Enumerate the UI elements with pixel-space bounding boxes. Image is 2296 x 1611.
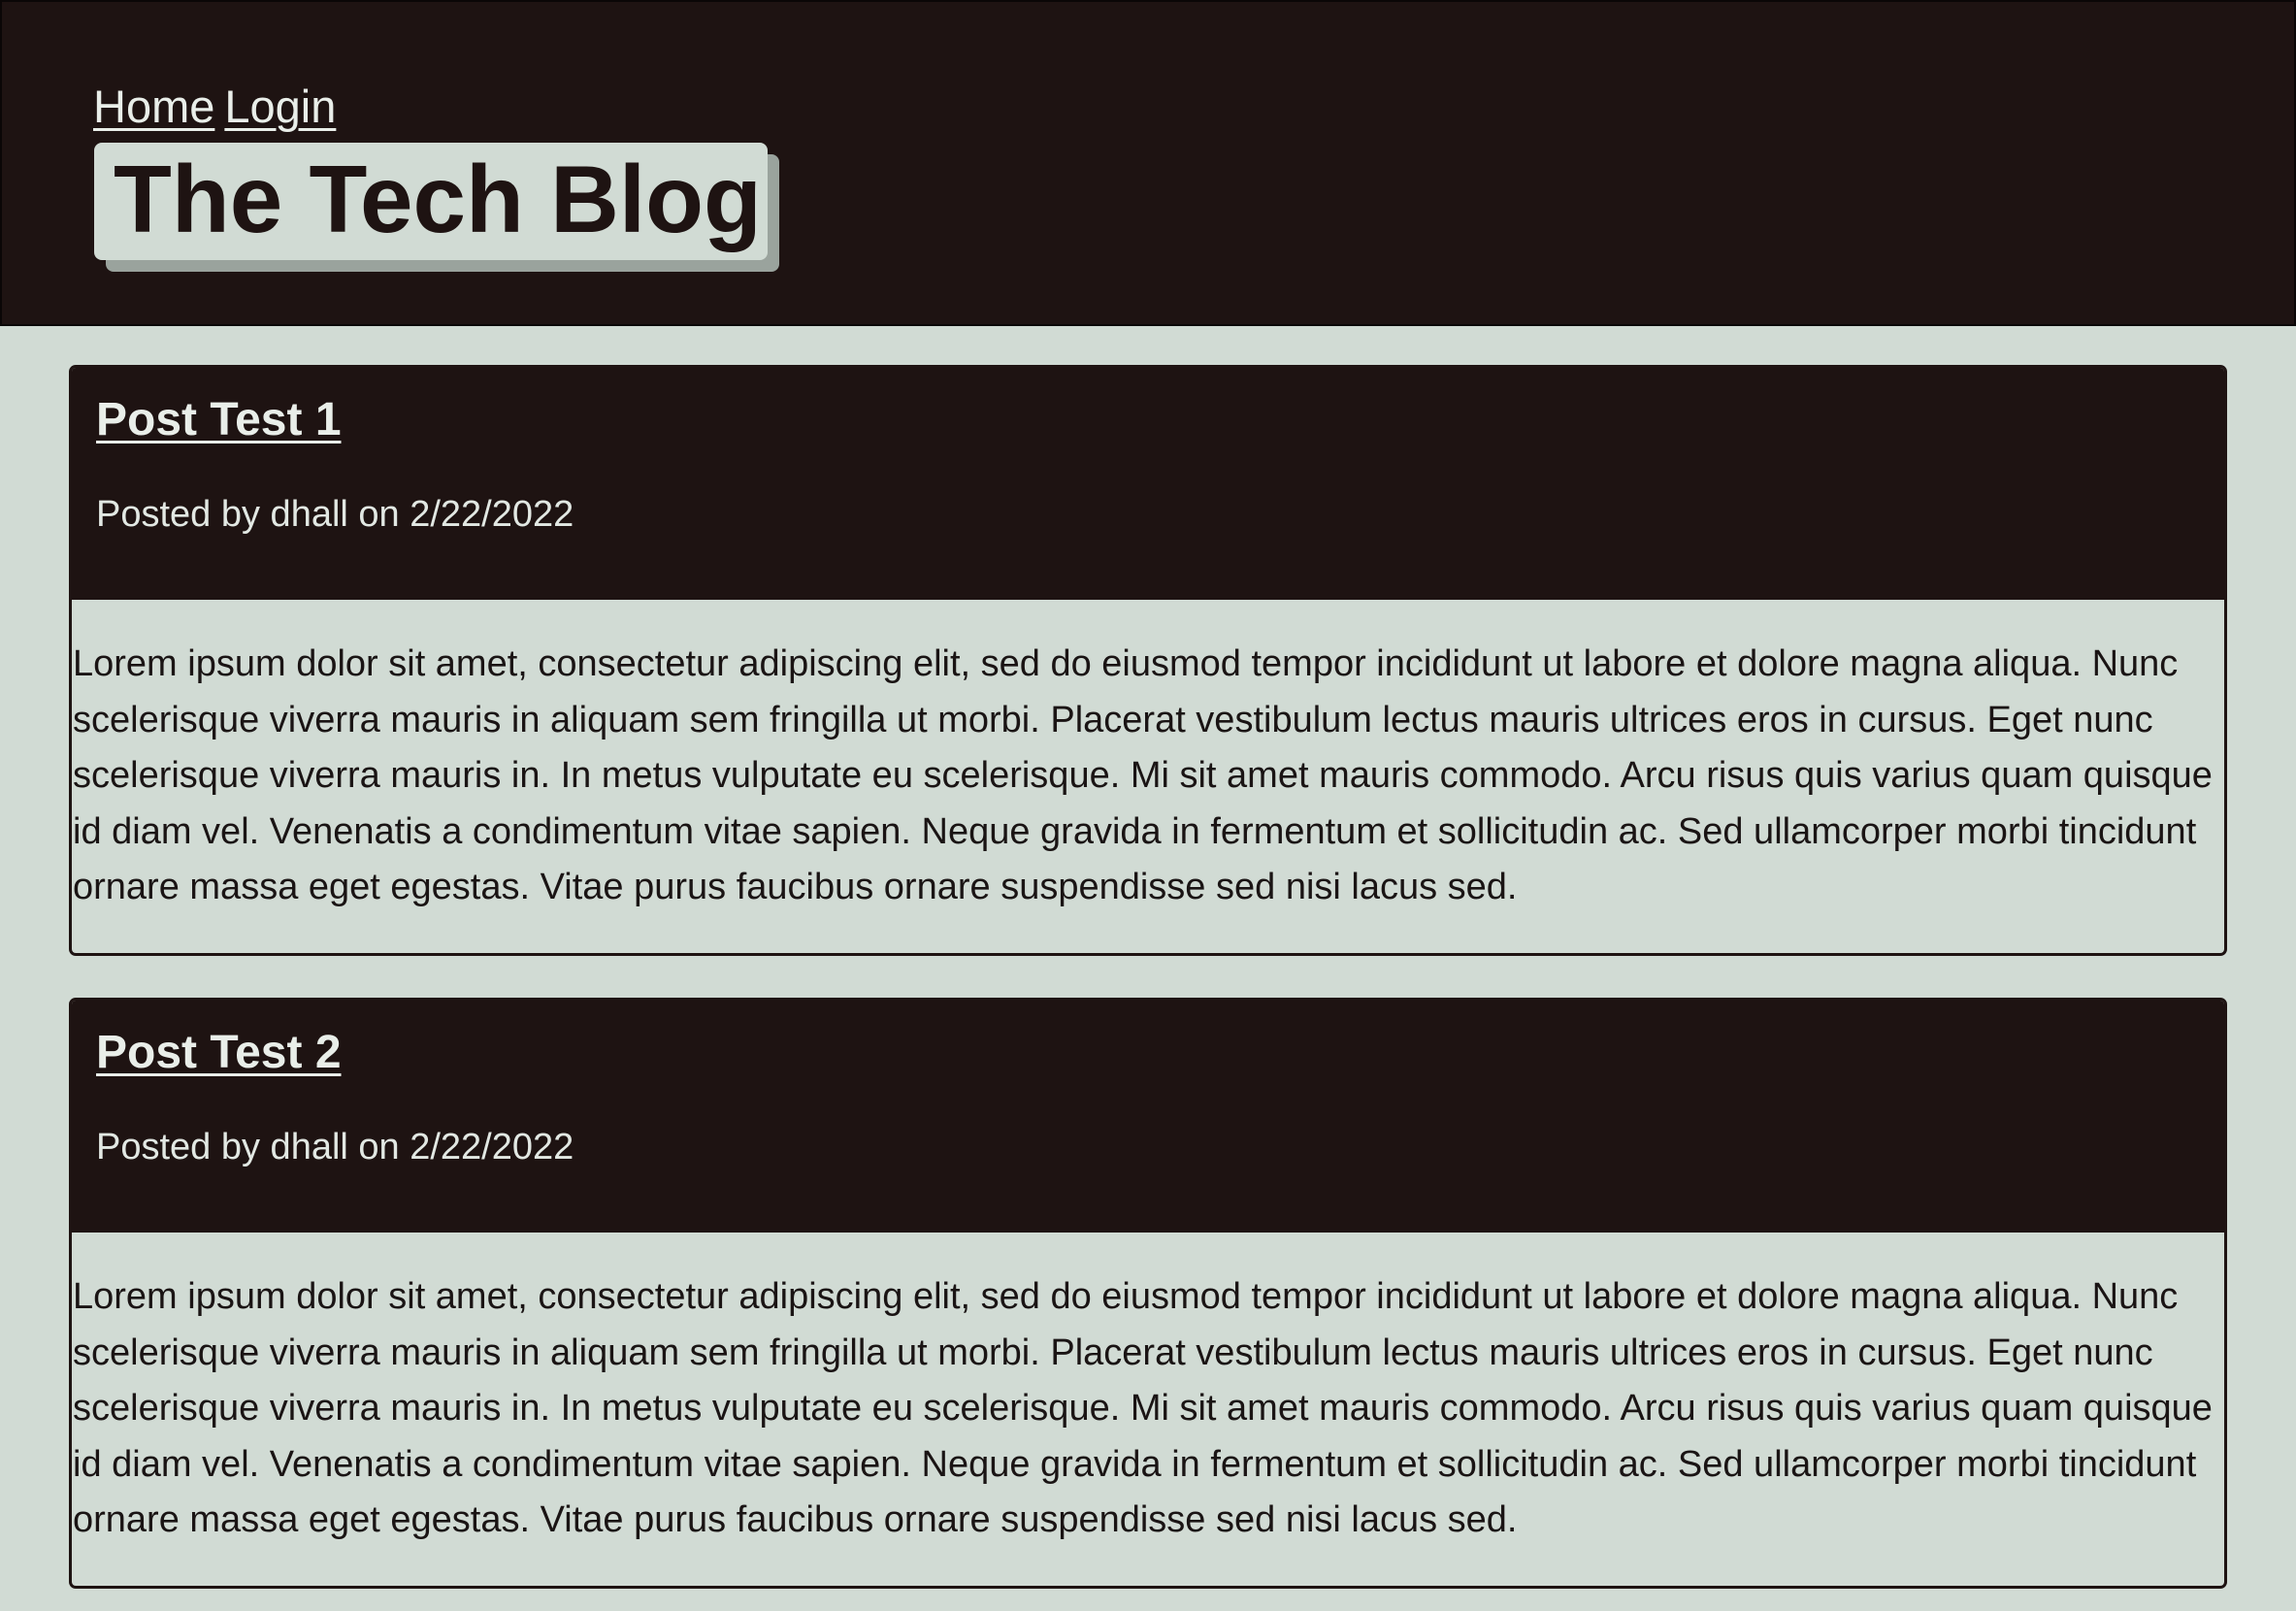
post-header: Post Test 2 Posted by dhall on 2/22/2022: [72, 1001, 2224, 1233]
post-title-link[interactable]: Post Test 2: [96, 1026, 342, 1080]
top-nav: Home Login: [93, 78, 345, 136]
post-meta: Posted by dhall on 2/22/2022: [96, 1127, 574, 1167]
post-card: Post Test 1 Posted by dhall on 2/22/2022…: [69, 365, 2227, 956]
post-body: Lorem ipsum dolor sit amet, consectetur …: [73, 643, 2213, 907]
post-body: Lorem ipsum dolor sit amet, consectetur …: [73, 1276, 2213, 1540]
nav-home-link[interactable]: Home: [93, 81, 214, 132]
nav-login-link[interactable]: Login: [224, 81, 336, 132]
site-title-box: The Tech Blog: [94, 143, 768, 260]
post-header: Post Test 1 Posted by dhall on 2/22/2022: [72, 368, 2224, 600]
post-meta: Posted by dhall on 2/22/2022: [96, 494, 574, 535]
site-title: The Tech Blog: [114, 146, 762, 252]
site-header: Home Login The Tech Blog: [0, 0, 2296, 326]
post-card: Post Test 2 Posted by dhall on 2/22/2022…: [69, 998, 2227, 1589]
post-title-link[interactable]: Post Test 1: [96, 393, 342, 447]
